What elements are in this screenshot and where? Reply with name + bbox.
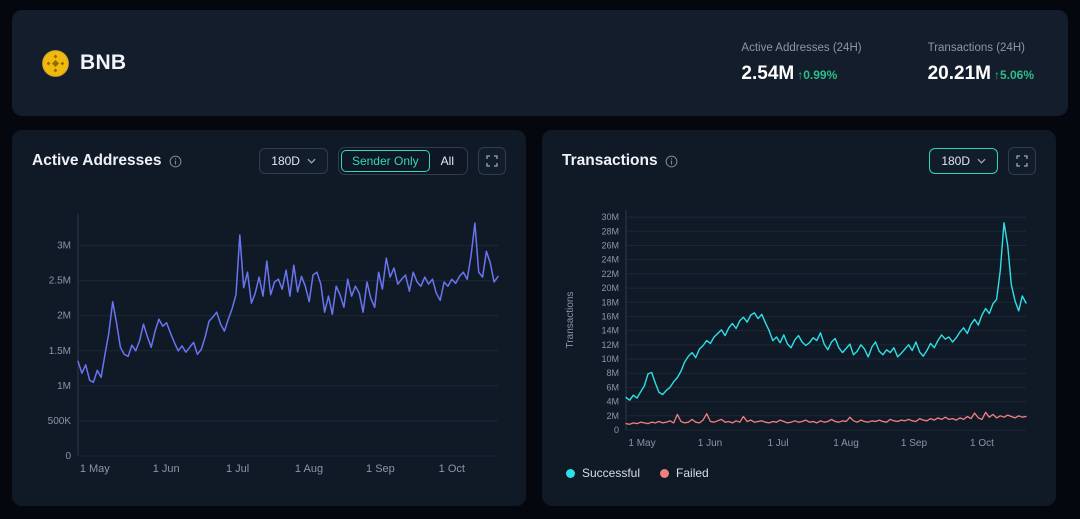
svg-text:28M: 28M (601, 226, 619, 236)
header-bar: BNB Active Addresses (24H) 2.54M ↑0.99% … (12, 10, 1068, 116)
svg-text:1 Oct: 1 Oct (970, 438, 994, 449)
svg-text:20M: 20M (601, 283, 619, 293)
active-addresses-chart: 0 500K 1M 1.5M 2M 2.5M 3M 1 May 1 Jun 1 Jul 1 Aug 1… (32, 200, 506, 482)
stat-change-up: ↑0.99% (797, 68, 837, 82)
svg-text:2.5M: 2.5M (49, 276, 71, 287)
legend-item-successful[interactable]: Successful (566, 466, 640, 480)
svg-text:1 Aug: 1 Aug (833, 438, 859, 449)
svg-text:4M: 4M (606, 397, 619, 407)
bnb-dashboard: BNB Active Addresses (24H) 2.54M ↑0.99% … (0, 0, 1080, 516)
stat-change-up: ↑5.06% (994, 68, 1034, 82)
svg-text:1 May: 1 May (80, 463, 110, 475)
card-title: Transactions (562, 152, 658, 170)
stat-value: 20.21M (928, 63, 991, 85)
toggle-sender-only[interactable]: Sender Only (341, 150, 430, 172)
legend-label: Failed (676, 466, 709, 480)
svg-text:10M: 10M (601, 354, 619, 364)
svg-text:26M: 26M (601, 240, 619, 250)
stat-value: 2.54M (741, 63, 794, 85)
expand-button[interactable] (1008, 147, 1036, 175)
svg-text:18M: 18M (601, 297, 619, 307)
legend-dot-failed (660, 469, 669, 478)
svg-text:1M: 1M (57, 381, 71, 392)
bnb-coin-icon (42, 50, 69, 77)
svg-text:2M: 2M (57, 311, 71, 322)
header-stats: Active Addresses (24H) 2.54M ↑0.99% Tran… (741, 42, 1034, 85)
svg-text:Transactions: Transactions (565, 292, 576, 349)
range-value: 180D (941, 154, 970, 168)
svg-text:1 May: 1 May (628, 438, 655, 449)
svg-text:22M: 22M (601, 269, 619, 279)
active-addresses-card: Active Addresses 180D (12, 130, 526, 506)
svg-text:1 Jul: 1 Jul (226, 463, 249, 475)
svg-text:30M: 30M (601, 212, 619, 222)
range-value: 180D (271, 154, 300, 168)
svg-text:14M: 14M (601, 326, 619, 336)
chevron-down-icon (307, 158, 316, 164)
svg-text:12M: 12M (601, 340, 619, 350)
svg-text:1 Jun: 1 Jun (153, 463, 180, 475)
info-icon[interactable] (169, 155, 182, 168)
expand-icon (486, 155, 498, 167)
coin-name: BNB (80, 51, 126, 75)
svg-text:2M: 2M (606, 411, 619, 421)
svg-text:1 Jul: 1 Jul (767, 438, 788, 449)
chevron-down-icon (977, 158, 986, 164)
charts-row: Active Addresses 180D (12, 130, 1068, 506)
legend-label: Successful (582, 466, 640, 480)
svg-text:3M: 3M (57, 241, 71, 252)
info-icon[interactable] (665, 155, 678, 168)
svg-text:8M: 8M (606, 368, 619, 378)
range-dropdown[interactable]: 180D (929, 148, 998, 174)
svg-text:0: 0 (614, 425, 619, 435)
svg-text:500K: 500K (48, 416, 72, 427)
range-dropdown[interactable]: 180D (259, 148, 328, 174)
svg-text:16M: 16M (601, 311, 619, 321)
svg-text:1 Oct: 1 Oct (439, 463, 465, 475)
svg-text:1 Aug: 1 Aug (295, 463, 323, 475)
svg-text:1.5M: 1.5M (49, 346, 71, 357)
card-title: Active Addresses (32, 152, 162, 170)
svg-text:1 Jun: 1 Jun (698, 438, 722, 449)
sender-toggle-group: Sender Only All (338, 147, 468, 175)
coin-identity: BNB (42, 50, 126, 77)
stat-label: Transactions (24H) (928, 42, 1034, 54)
expand-icon (1016, 155, 1028, 167)
svg-text:6M: 6M (606, 382, 619, 392)
stat-transactions-24h: Transactions (24H) 20.21M ↑5.06% (928, 42, 1034, 85)
chart-legend: Successful Failed (562, 466, 1036, 480)
svg-text:1 Sep: 1 Sep (366, 463, 395, 475)
svg-text:0: 0 (65, 451, 71, 462)
legend-dot-successful (566, 469, 575, 478)
svg-text:24M: 24M (601, 255, 619, 265)
expand-button[interactable] (478, 147, 506, 175)
stat-label: Active Addresses (24H) (741, 42, 861, 54)
transactions-chart: 0 2M 4M 6M 8M 10M 12M 14M 16M 18M 20M 22M 24M 26M 28M 3… (562, 202, 1036, 454)
transactions-card: Transactions 180D (542, 130, 1056, 506)
toggle-all[interactable]: All (430, 150, 465, 172)
legend-item-failed[interactable]: Failed (660, 466, 709, 480)
svg-text:1 Sep: 1 Sep (901, 438, 928, 449)
stat-active-addresses-24h: Active Addresses (24H) 2.54M ↑0.99% (741, 42, 861, 85)
